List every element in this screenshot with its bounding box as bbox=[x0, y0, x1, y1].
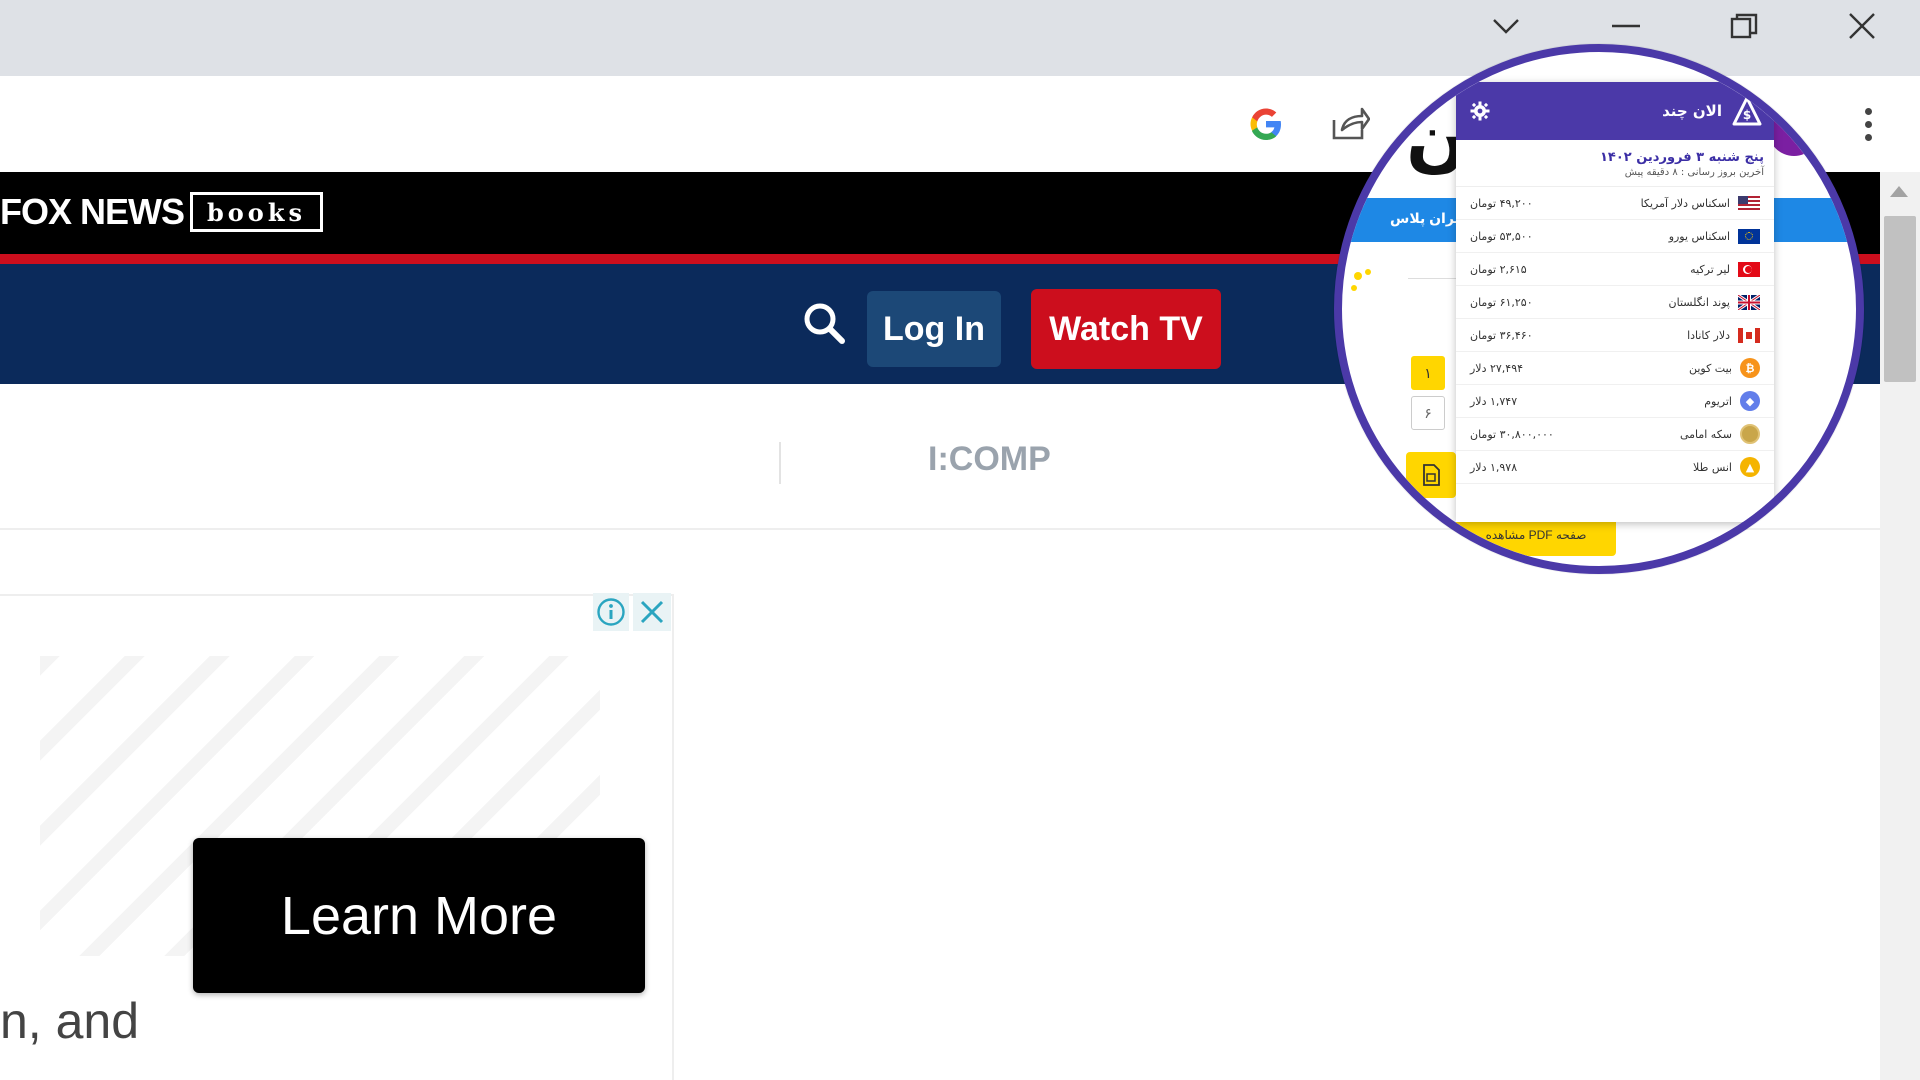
kebab-menu-icon bbox=[1864, 107, 1872, 115]
login-button[interactable]: Log In bbox=[867, 291, 1001, 367]
minimize-icon bbox=[1612, 24, 1640, 28]
ticker-divider bbox=[779, 442, 781, 484]
tab-search-button[interactable] bbox=[1476, 8, 1536, 44]
rate-list: اسکناس دلار آمریکا ۴۹,۲۰۰ تومان اسکناس ی… bbox=[1456, 187, 1774, 484]
rate-row[interactable]: سکه امامی ۳۰,۸۰۰,۰۰۰ تومان bbox=[1456, 418, 1774, 451]
rate-label-group: اسکناس دلار آمریکا bbox=[1640, 195, 1760, 211]
rate-label-group: ◆ اتریوم bbox=[1704, 391, 1760, 411]
document-icon bbox=[1423, 464, 1440, 486]
page-number-button[interactable]: ۱ bbox=[1411, 356, 1445, 390]
rate-row[interactable]: اسکناس یورو ۵۳,۵۰۰ تومان bbox=[1456, 220, 1774, 253]
rate-value: ۶۱,۲۵۰ تومان bbox=[1470, 295, 1533, 309]
rate-name: پوند انگلستان bbox=[1668, 295, 1730, 309]
rate-name: بیت کوین bbox=[1688, 361, 1732, 375]
rate-name: دلار کانادا bbox=[1687, 328, 1730, 342]
popup-title: الان چند bbox=[1662, 102, 1722, 120]
popup-header: $ الان چند bbox=[1456, 82, 1774, 140]
tr-flag-icon bbox=[1738, 261, 1760, 277]
market-ticker[interactable]: I:COMP bbox=[928, 440, 1051, 479]
close-icon bbox=[640, 600, 664, 624]
rate-value: ۴۹,۲۰۰ تومان bbox=[1470, 196, 1533, 210]
gold-coin-icon bbox=[1740, 424, 1760, 444]
decorative-dots-icon bbox=[1351, 269, 1371, 291]
ad-close-button[interactable] bbox=[633, 593, 671, 631]
rate-row[interactable]: ◆ اتریوم ۱,۷۴۷ دلار bbox=[1456, 385, 1774, 418]
info-icon bbox=[597, 598, 625, 626]
rate-row[interactable]: پوند انگلستان ۶۱,۲۵۰ تومان bbox=[1456, 286, 1774, 319]
rate-row[interactable]: ▲ انس طلا ۱,۹۷۸ دلار bbox=[1456, 451, 1774, 484]
restore-button[interactable] bbox=[1714, 8, 1774, 44]
fox-news-books-logo[interactable]: FOX NEWS books bbox=[0, 190, 323, 234]
rate-value: ۳۰,۸۰۰,۰۰۰ تومان bbox=[1470, 427, 1554, 441]
uk-flag-icon bbox=[1738, 294, 1760, 310]
rate-value: ۱,۹۷۸ دلار bbox=[1470, 460, 1518, 474]
rate-label-group: پوند انگلستان bbox=[1668, 294, 1760, 310]
search-button[interactable] bbox=[800, 299, 848, 347]
rate-value: ۲۷,۴۹۴ دلار bbox=[1470, 361, 1524, 375]
search-icon bbox=[804, 303, 845, 344]
rate-value: ۲,۶۱۵ تومان bbox=[1470, 262, 1527, 276]
ca-flag-icon bbox=[1738, 327, 1760, 343]
rate-name: انس طلا bbox=[1693, 460, 1732, 474]
rate-label-group: دلار کانادا bbox=[1687, 327, 1760, 343]
rate-label-group: ₿ بیت کوین bbox=[1689, 358, 1760, 378]
learn-more-button[interactable]: Learn More bbox=[193, 838, 645, 993]
close-icon bbox=[1849, 13, 1875, 39]
scroll-thumb[interactable] bbox=[1884, 216, 1916, 382]
extension-popup: $ الان چند پنج شنبه ۳ فروردین ۱۴۰۲ آخرین… bbox=[1456, 82, 1774, 522]
rate-label-group: لیر ترکیه bbox=[1690, 261, 1760, 277]
close-window-button[interactable] bbox=[1832, 8, 1892, 44]
magnified-content: ن ایران پلاس ۱ ۶ مشاهده PDF صفحه $ الان … bbox=[1342, 52, 1856, 566]
minimize-button[interactable] bbox=[1596, 8, 1656, 44]
site-divider bbox=[1408, 278, 1458, 279]
rate-label-group: ▲ انس طلا bbox=[1693, 457, 1760, 477]
google-lens-button[interactable] bbox=[1236, 94, 1296, 154]
gear-icon bbox=[1470, 101, 1490, 121]
rate-row[interactable]: لیر ترکیه ۲,۶۱۵ تومان bbox=[1456, 253, 1774, 286]
us-flag-icon bbox=[1738, 195, 1760, 211]
magnifier-lens: ن ایران پلاس ۱ ۶ مشاهده PDF صفحه $ الان … bbox=[1334, 44, 1864, 574]
restore-icon bbox=[1730, 13, 1758, 39]
popup-date: پنج شنبه ۳ فروردین ۱۴۰۲ bbox=[1599, 150, 1764, 165]
rate-name: اسکناس یورو bbox=[1668, 229, 1730, 243]
gold-ounce-icon: ▲ bbox=[1740, 457, 1760, 477]
ethereum-icon: ◆ bbox=[1740, 391, 1760, 411]
rate-label-group: سکه امامی bbox=[1680, 424, 1760, 444]
ad-snippet-text: n, and bbox=[0, 993, 140, 1049]
pdf-file-icon[interactable] bbox=[1406, 452, 1456, 498]
watch-tv-button[interactable]: Watch TV bbox=[1031, 289, 1221, 369]
site-blue-bar-label[interactable]: ایران پلاس bbox=[1390, 210, 1465, 227]
ad-info-button[interactable] bbox=[593, 593, 629, 631]
rate-value: ۳۶,۴۶۰ تومان bbox=[1470, 328, 1533, 342]
rate-label-group: اسکناس یورو bbox=[1668, 228, 1760, 244]
eu-flag-icon bbox=[1738, 228, 1760, 244]
svg-text:$: $ bbox=[1743, 108, 1751, 122]
rate-value: ۵۳,۵۰۰ تومان bbox=[1470, 229, 1533, 243]
rate-row[interactable]: اسکناس دلار آمریکا ۴۹,۲۰۰ تومان bbox=[1456, 187, 1774, 220]
rate-row[interactable]: ₿ بیت کوین ۲۷,۴۹۴ دلار bbox=[1456, 352, 1774, 385]
logo-books: books bbox=[190, 192, 323, 232]
last-update-text: آخرین بروز رسانی : ۸ دقیقه پیش bbox=[1456, 165, 1774, 187]
alanchand-logo-icon: $ bbox=[1732, 96, 1762, 126]
rate-name: سکه امامی bbox=[1679, 427, 1732, 441]
profile-avatar[interactable] bbox=[1768, 104, 1820, 156]
rate-row[interactable]: دلار کانادا ۳۶,۴۶۰ تومان bbox=[1456, 319, 1774, 352]
rate-name: اتریوم bbox=[1704, 394, 1732, 408]
rate-name: لیر ترکیه bbox=[1690, 262, 1730, 276]
rate-value: ۱,۷۴۷ دلار bbox=[1470, 394, 1518, 408]
kebab-dot bbox=[1864, 120, 1872, 128]
chevron-down-icon bbox=[1493, 19, 1519, 34]
settings-button[interactable] bbox=[1468, 99, 1492, 123]
popup-brand: $ الان چند bbox=[1662, 96, 1762, 126]
rate-name: اسکناس دلار آمریکا bbox=[1640, 196, 1730, 210]
bitcoin-icon: ₿ bbox=[1740, 358, 1760, 378]
kebab-dot bbox=[1864, 133, 1872, 141]
logo-text: FOX NEWS bbox=[0, 191, 185, 232]
page-number-button[interactable]: ۶ bbox=[1411, 396, 1445, 430]
scroll-up-arrow[interactable] bbox=[1890, 186, 1908, 197]
google-icon bbox=[1250, 108, 1281, 140]
